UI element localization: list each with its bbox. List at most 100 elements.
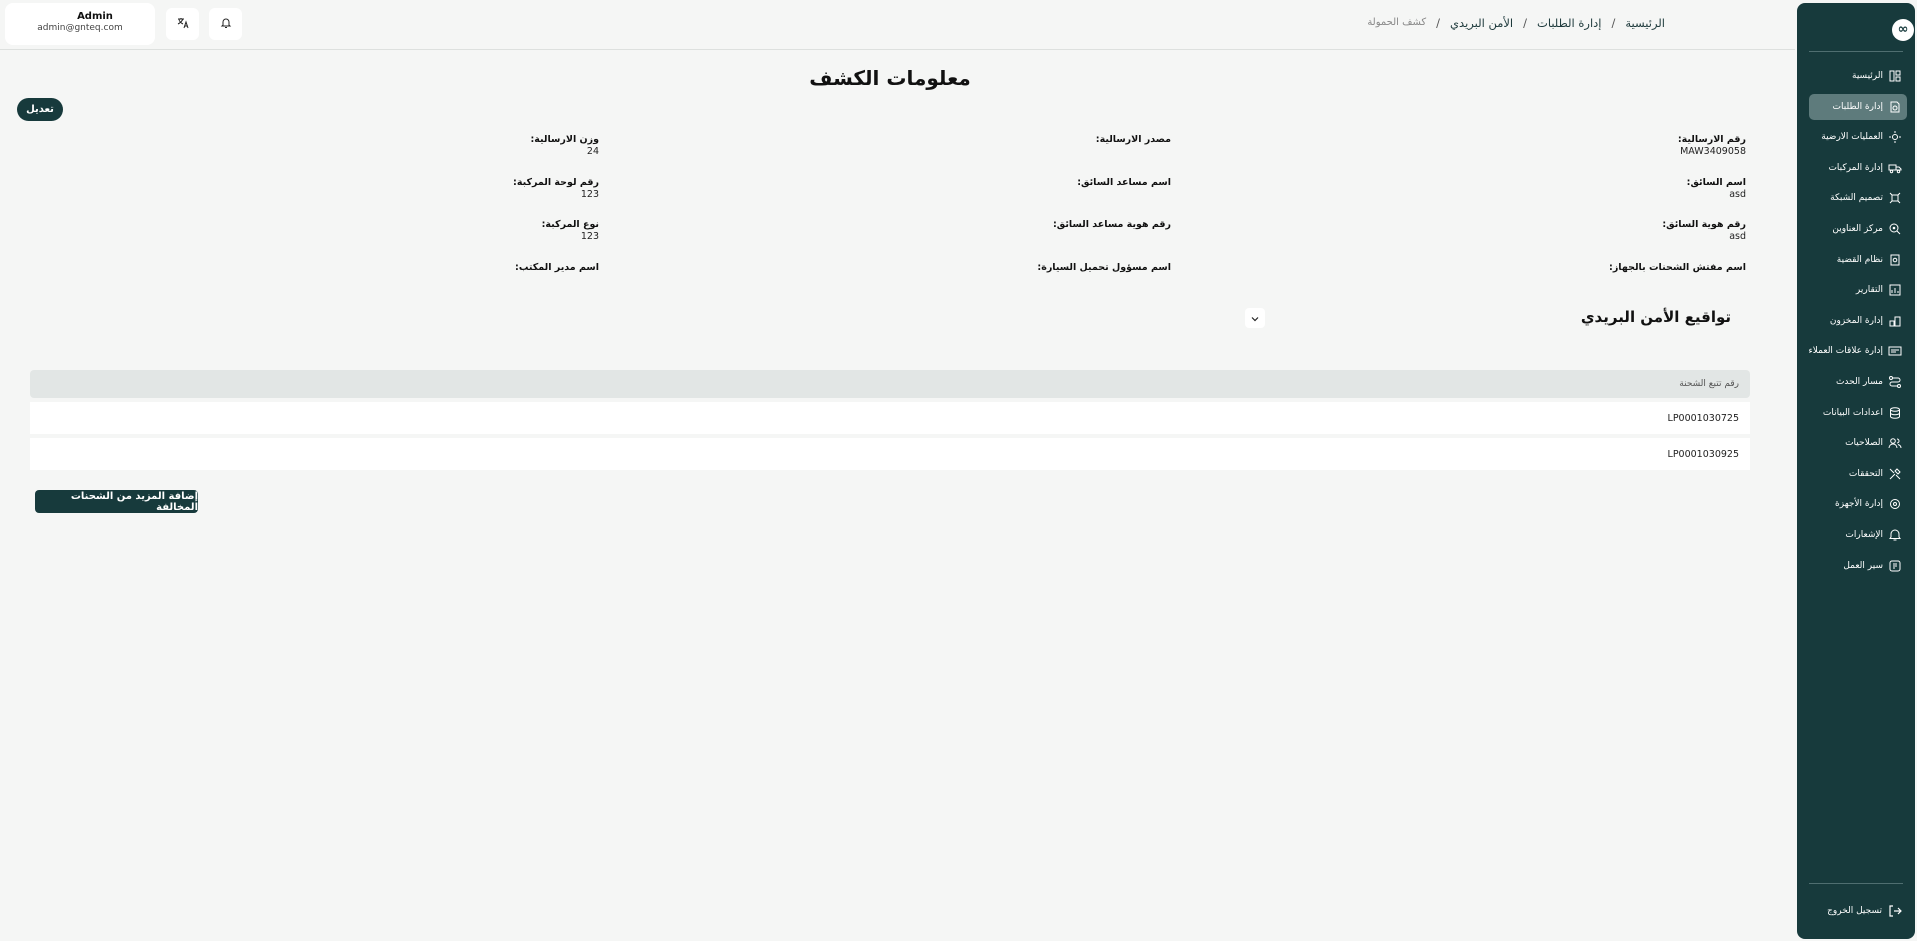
case-icon: [1888, 253, 1902, 267]
sidebar-item[interactable]: التقارير: [1809, 277, 1907, 303]
signatures-toggle[interactable]: [1245, 308, 1265, 328]
sidebar-item[interactable]: اعدادات البيانات: [1809, 400, 1907, 426]
field-value: 123: [580, 189, 599, 200]
field-vehicle-plate: رقم لوحة المركبة: 123: [513, 177, 599, 201]
column-header-tracking: رقم تتبع الشحنة: [1679, 379, 1739, 389]
database-icon: [1888, 406, 1902, 420]
field-shipment-number: رقم الارسالية: MAW3409058: [1678, 134, 1746, 158]
add-violating-shipments-button[interactable]: إضافة المزيد من الشحنات المخالفة: [35, 490, 198, 513]
sidebar-item-label: تصميم الشبكة: [1830, 193, 1883, 204]
tools-icon: [1888, 467, 1902, 481]
breadcrumb-separator: /: [1436, 16, 1441, 30]
breadcrumb-current: كشف الحمولة: [1367, 17, 1427, 28]
edit-button[interactable]: تعديل: [17, 98, 63, 121]
sidebar-item-label: العمليات الارضية: [1821, 132, 1883, 143]
report-icon: [1888, 283, 1902, 297]
field-label: اسم مدير المكتب:: [515, 262, 599, 273]
field-label: رقم لوحة المركبة:: [513, 177, 599, 188]
user-name: Admin: [77, 11, 113, 22]
sidebar-item-label: سير العمل: [1843, 560, 1883, 571]
field-label: مصدر الارسالية:: [1095, 134, 1171, 145]
field-label: وزن الارسالية:: [530, 134, 599, 145]
field-label: اسم مفتش الشحنات بالجهاز:: [1609, 262, 1746, 273]
field-inspector-name: اسم مفتش الشحنات بالجهاز:: [1609, 262, 1746, 274]
users-icon: [1888, 436, 1902, 450]
field-label: نوع المركبة:: [541, 219, 599, 230]
sidebar-item-label: اعدادات البيانات: [1822, 407, 1883, 418]
sidebar-item-label: الرئيسية: [1852, 71, 1883, 81]
field-vehicle-type: نوع المركبة: 123: [542, 219, 599, 243]
tracking-table: رقم تتبع الشحنة LP0001030725 LP000103092…: [30, 370, 1750, 470]
field-shipment-weight: وزن الارسالية: 24: [530, 134, 599, 158]
sidebar-item-label: إدارة المخزون: [1829, 315, 1883, 326]
sidebar-item[interactable]: الإشعارات: [1809, 522, 1907, 548]
breadcrumb-orders[interactable]: إدارة الطلبات: [1537, 16, 1602, 30]
bell-icon: [220, 17, 232, 32]
language-button[interactable]: [166, 8, 199, 40]
field-assistant-id: رقم هوية مساعد السائق:: [1053, 219, 1171, 231]
breadcrumb-separator: /: [1523, 16, 1527, 30]
sidebar-item[interactable]: تصميم الشبكة: [1809, 185, 1907, 211]
sidebar-item-label: مسار الحدث: [1835, 376, 1883, 387]
route-icon: [1888, 375, 1902, 389]
sidebar-item-label: إدارة علاقات العملاء: [1808, 346, 1883, 357]
page-title: معلومات الكشف: [809, 66, 971, 90]
sidebar-item[interactable]: التحققات: [1809, 461, 1907, 487]
sidebar-item[interactable]: سير العمل: [1809, 553, 1907, 579]
sidebar-item[interactable]: إدارة الأجهزة: [1809, 491, 1907, 517]
sidebar-item[interactable]: إدارة المخزون: [1809, 308, 1907, 334]
sidebar-item[interactable]: إدارة الطلبات: [1809, 93, 1907, 120]
field-loading-officer: اسم مسؤول تحميل السيارة:: [1037, 262, 1171, 274]
workflow-icon: [1888, 559, 1902, 573]
breadcrumb-postal-security[interactable]: الأمن البريدي: [1450, 16, 1513, 30]
table-row[interactable]: LP0001030725: [30, 402, 1750, 434]
bell-icon: [1888, 528, 1902, 542]
app-logo[interactable]: ∞: [1892, 19, 1914, 41]
field-driver-assistant-name: اسم مساعد السائق:: [1077, 177, 1171, 189]
sidebar-divider: [1809, 51, 1903, 52]
logout-icon: [1888, 904, 1902, 918]
sidebar-item-label: إدارة الطلبات: [1832, 101, 1883, 112]
device-icon: [1888, 497, 1902, 511]
truck-icon: [1888, 161, 1902, 175]
field-office-manager: اسم مدير المكتب:: [515, 262, 599, 274]
sidebar-item[interactable]: نظام القضية: [1809, 247, 1907, 273]
sidebar-item-label: التقارير: [1855, 285, 1883, 296]
breadcrumb-home[interactable]: الرئيسية: [1625, 16, 1665, 30]
tracking-number: LP0001030725: [1667, 412, 1739, 424]
field-label: اسم السائق:: [1686, 177, 1746, 188]
field-value: 24: [586, 146, 599, 157]
crm-icon: [1888, 344, 1902, 358]
location-icon: [1888, 222, 1902, 236]
sidebar: ∞ الرئيسية إدارة الطلبات العمليات الارضية إ…: [1797, 3, 1915, 939]
field-value: asd: [1729, 189, 1746, 200]
sidebar-item[interactable]: مسار الحدث: [1809, 369, 1907, 395]
notifications-button[interactable]: [209, 8, 242, 40]
sidebar-item[interactable]: مركز العناوين: [1809, 216, 1907, 242]
field-label: رقم الارسالية:: [1677, 134, 1746, 145]
logout-label: تسجيل الخروج: [1827, 906, 1882, 916]
sidebar-item[interactable]: إدارة علاقات العملاء: [1809, 338, 1907, 364]
tracking-number: LP0001030925: [1667, 448, 1739, 460]
logout-button[interactable]: تسجيل الخروج: [1809, 899, 1907, 923]
field-driver-name: اسم السائق: asd: [1687, 177, 1746, 201]
translate-icon: [177, 17, 189, 32]
field-label: اسم مسؤول تحميل السيارة:: [1037, 262, 1171, 273]
field-driver-id: رقم هوية السائق: asd: [1662, 219, 1746, 243]
field-shipment-source: مصدر الارسالية:: [1096, 134, 1171, 146]
sidebar-item[interactable]: العمليات الارضية: [1809, 124, 1907, 150]
user-card[interactable]: Admin admin@gnteq.com: [5, 3, 155, 45]
table-row[interactable]: LP0001030925: [30, 438, 1750, 470]
inventory-icon: [1888, 314, 1902, 328]
sidebar-item-label: نظام القضية: [1836, 254, 1883, 265]
sidebar-item[interactable]: الرئيسية: [1809, 63, 1907, 89]
ground-ops-icon: [1888, 130, 1902, 144]
sidebar-item-label: الإشعارات: [1845, 529, 1883, 540]
sidebar-item[interactable]: إدارة المركبات: [1809, 155, 1907, 181]
orders-icon: [1888, 100, 1902, 114]
sidebar-item-label: مركز العناوين: [1832, 223, 1883, 234]
table-header: رقم تتبع الشحنة: [30, 370, 1750, 398]
sidebar-item[interactable]: الصلاحيات: [1809, 430, 1907, 456]
breadcrumb-separator: /: [1611, 16, 1616, 30]
field-value: 123: [580, 231, 599, 242]
